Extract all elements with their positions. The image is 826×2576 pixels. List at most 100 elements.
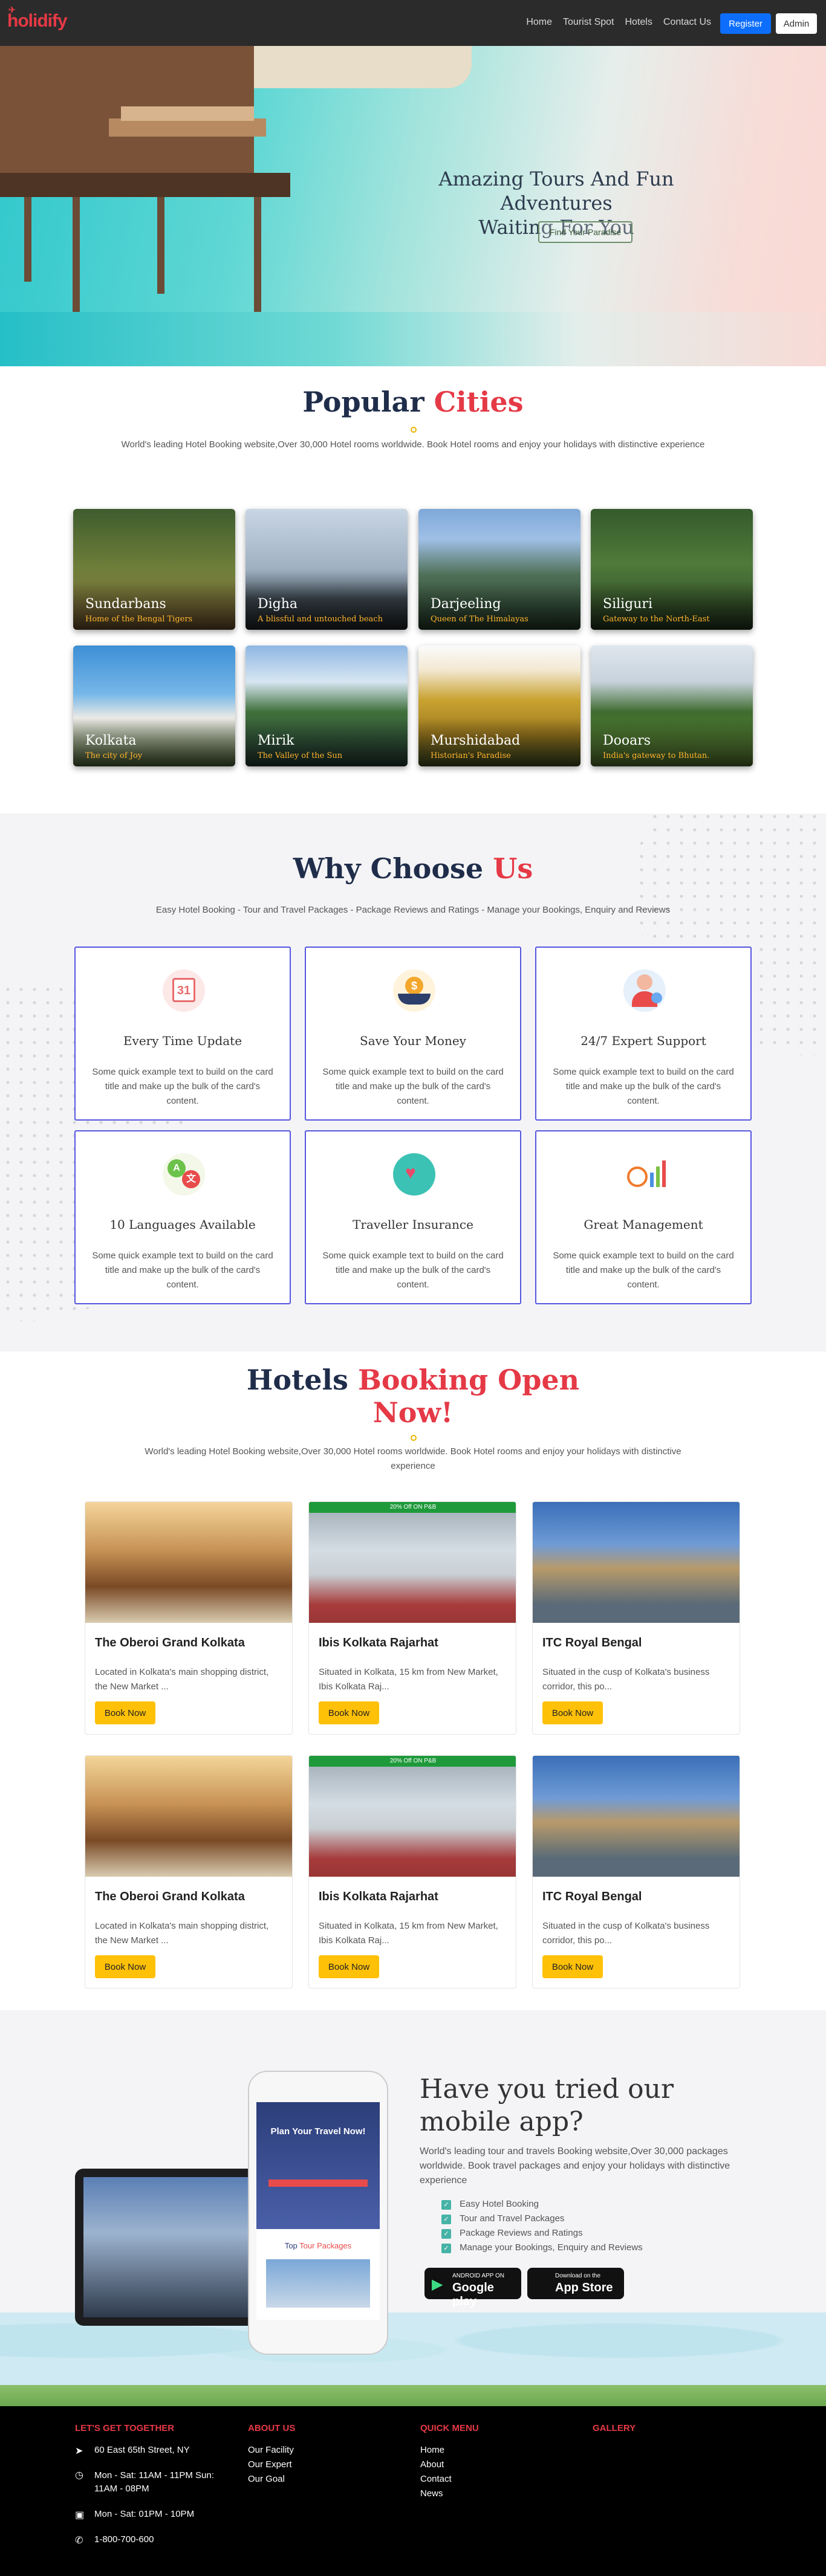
feature-desc: Some quick example text to build on the … — [92, 1067, 273, 1106]
city-name: Siliguri — [603, 597, 652, 612]
city-tagline: Historian's Paradise — [431, 751, 511, 760]
city-card-sundarbans[interactable]: Sundarbans Home of the Bengal Tigers — [73, 509, 235, 630]
app-feature-item: ✓ Manage your Bookings, Enquiry and Revie… — [441, 2242, 643, 2253]
divider-dot — [411, 1435, 417, 1441]
mobile-app-section: Plan Your Travel Now! Top Tour Packages … — [0, 2010, 826, 2406]
clock-icon: ◷ — [75, 2470, 83, 2481]
book-now-button[interactable]: Book Now — [542, 1701, 603, 1724]
app-desc: World's leading tour and travels Booking… — [420, 2146, 730, 2186]
city-name: Kolkata — [85, 733, 137, 748]
app-feature-label: Easy Hotel Booking — [460, 2199, 539, 2209]
register-button[interactable]: Register — [720, 13, 771, 34]
book-now-button[interactable]: Book Now — [95, 1955, 155, 1978]
hotel-desc: Located in Kolkata's main shopping distr… — [95, 1667, 269, 1692]
hotel-image — [85, 1502, 292, 1623]
footer-quick-link[interactable]: About — [420, 2459, 444, 2470]
phone-mockup: Plan Your Travel Now! Top Tour Packages — [248, 2071, 388, 2355]
languages-icon: A文 — [163, 1153, 205, 1196]
money-hands-icon: $ — [393, 969, 435, 1012]
city-card-digha[interactable]: Digha A blissful and untouched beach — [246, 509, 408, 630]
cities-title: Popular Cities — [0, 386, 826, 418]
city-card-mirik[interactable]: Mirik The Valley of the Sun — [246, 646, 408, 766]
why-choose-section: Why Choose Us Easy Hotel Booking - Tour … — [0, 814, 826, 1351]
city-tagline: India's gateway to Bhutan. — [603, 751, 710, 760]
feature-desc: Some quick example text to build on the … — [322, 1251, 504, 1290]
nav-link-home[interactable]: Home — [526, 17, 552, 28]
support-agent-icon — [623, 969, 666, 1012]
footer-about-title: ABOUT US — [248, 2423, 296, 2433]
book-now-button[interactable]: Book Now — [319, 1955, 379, 1978]
nav-links: Home Tourist Spot Hotels Contact Us — [526, 17, 711, 28]
hotel-desc: Situated in the cusp of Kolkata's busine… — [542, 1667, 710, 1692]
hotel-desc: Located in Kolkata's main shopping distr… — [95, 1921, 269, 1946]
feature-desc: Some quick example text to build on the … — [322, 1067, 504, 1106]
admin-button[interactable]: Admin — [776, 13, 817, 34]
feature-card: Great Management Some quick example text… — [535, 1130, 752, 1304]
why-title: Why Choose Us — [0, 852, 826, 885]
hotel-card: 20% Off ON P&B Ibis Kolkata Rajarhat Sit… — [308, 1755, 516, 1989]
footer-hours-1: Mon - Sat: 11AM - 11PM Sun: 11AM - 08PM — [94, 2470, 214, 2494]
hotel-image — [533, 1756, 740, 1877]
phone-hero — [256, 2102, 380, 2229]
hotel-name: Ibis Kolkata Rajarhat — [319, 1890, 438, 1903]
cities-title-b: Cities — [434, 386, 524, 418]
footer-about-link[interactable]: Our Goal — [248, 2474, 285, 2484]
hotel-card: ITC Royal Bengal Situated in the cusp of… — [532, 1501, 740, 1735]
app-store-badge[interactable]: Download on the App Store — [527, 2268, 624, 2299]
phone-heading: Plan Your Travel Now! — [270, 2126, 366, 2137]
city-name: Murshidabad — [431, 733, 521, 748]
tablet-mockup — [75, 2169, 262, 2326]
hotel-name: The Oberoi Grand Kolkata — [95, 1890, 245, 1903]
app-feature-label: Tour and Travel Packages — [460, 2213, 565, 2224]
city-card-kolkata[interactable]: Kolkata The city of Joy — [73, 646, 235, 766]
footer-about-link[interactable]: Our Expert — [248, 2459, 292, 2470]
city-card-darjeeling[interactable]: Darjeeling Queen of The Himalayas — [418, 509, 580, 630]
city-tagline: The Valley of the Sun — [258, 751, 343, 760]
city-tagline: The city of Joy — [85, 751, 143, 760]
location-icon: ➤ — [75, 2446, 83, 2456]
footer-quick-link[interactable]: News — [420, 2488, 443, 2499]
footer-phone: 1-800-700-600 — [94, 2534, 154, 2545]
nav-link-hotels[interactable]: Hotels — [625, 17, 652, 28]
city-name: Mirik — [258, 733, 294, 748]
city-name: Sundarbans — [85, 597, 166, 612]
calendar-icon: 31 — [163, 969, 205, 1012]
nav-link-contact[interactable]: Contact Us — [663, 17, 711, 28]
feature-title: Every Time Update — [123, 1034, 242, 1048]
management-chart-icon — [623, 1153, 666, 1196]
nav-link-tourist-spot[interactable]: Tourist Spot — [563, 17, 614, 28]
hotels-subtitle: World's leading Hotel Booking website,Ov… — [145, 1446, 681, 1471]
hotel-image — [309, 1502, 516, 1623]
book-now-button[interactable]: Book Now — [95, 1701, 155, 1724]
hotels-title-c: Now! — [372, 1396, 454, 1429]
divider-dot — [411, 427, 417, 433]
hotel-card: ITC Royal Bengal Situated in the cusp of… — [532, 1755, 740, 1989]
footer-quick-link[interactable]: Home — [420, 2445, 444, 2455]
navbar: ✈ holidify Home Tourist Spot Hotels Conta… — [0, 0, 826, 46]
shop-icon: ▣ — [75, 2510, 85, 2520]
badge-small-text: Download on the — [555, 2273, 601, 2279]
app-feature-item: ✓ Easy Hotel Booking — [441, 2199, 539, 2210]
footer-quick-link[interactable]: Contact — [420, 2474, 452, 2484]
google-play-badge[interactable]: ▶ ANDROID APP ON Google play — [424, 2268, 521, 2308]
city-card-siliguri[interactable]: Siliguri Gateway to the North-East — [591, 509, 753, 630]
book-now-button[interactable]: Book Now — [542, 1955, 603, 1978]
hero-banner: Amazing Tours And Fun Adventures Waiting… — [0, 46, 826, 366]
city-name: Digha — [258, 597, 298, 612]
city-tagline: Queen of The Himalayas — [431, 615, 528, 624]
find-paradise-button[interactable]: Find Your Paradise — [538, 221, 633, 243]
phone-package-image — [266, 2259, 370, 2308]
city-card-dooars[interactable]: Dooars India's gateway to Bhutan. — [591, 646, 753, 766]
city-tagline: A blissful and untouched beach — [258, 615, 383, 624]
footer-address: 60 East 65th Street, NY — [94, 2445, 190, 2455]
footer-about-link[interactable]: Our Facility — [248, 2445, 294, 2455]
hotel-desc: Situated in the cusp of Kolkata's busine… — [542, 1921, 710, 1946]
city-card-murshidabad[interactable]: Murshidabad Historian's Paradise — [418, 646, 580, 766]
feature-card: A文 10 Languages Available Some quick exa… — [74, 1130, 291, 1304]
why-title-b: Us — [493, 852, 533, 885]
badge-big-text: Google play — [452, 2281, 494, 2308]
feature-desc: Some quick example text to build on the … — [92, 1251, 273, 1290]
insurance-heart-icon: ♥ — [393, 1153, 435, 1196]
feature-card: 24/7 Expert Support Some quick example t… — [535, 947, 752, 1121]
book-now-button[interactable]: Book Now — [319, 1701, 379, 1724]
